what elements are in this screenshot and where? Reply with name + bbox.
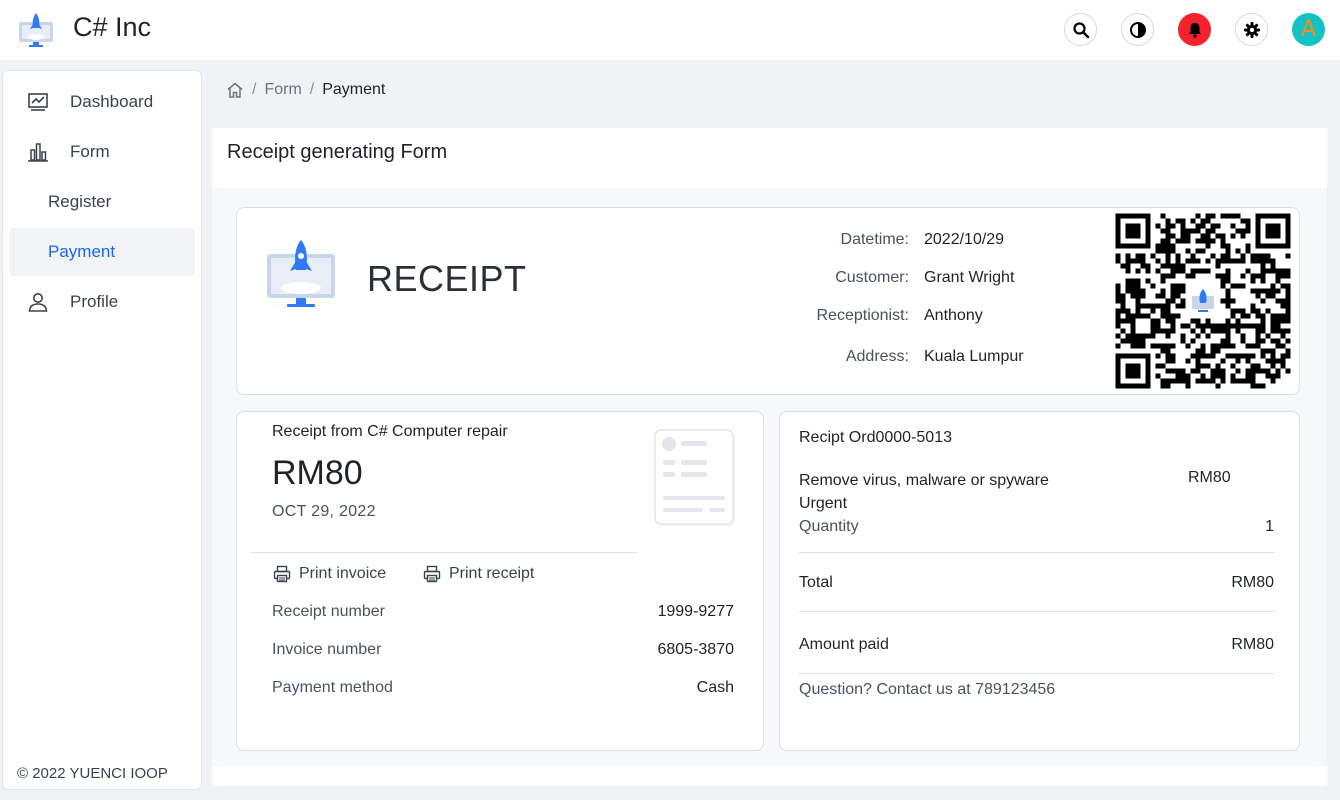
top-header: C# Inc A bbox=[0, 0, 1340, 60]
meta-label: Datetime: bbox=[840, 231, 909, 248]
breadcrumb-item-form[interactable]: Form bbox=[264, 81, 301, 99]
amount-paid-row: Amount paid RM80 bbox=[799, 636, 1274, 658]
row-value: 1 bbox=[1265, 518, 1274, 535]
meta-value: Grant Wright bbox=[924, 269, 1015, 286]
sidebar-item-label: Register bbox=[48, 192, 112, 211]
receipt-logo-icon bbox=[267, 240, 335, 307]
app-title: C# Inc bbox=[73, 12, 152, 42]
notifications-button[interactable] bbox=[1178, 13, 1211, 46]
form-header: Receipt generating Form bbox=[212, 128, 1327, 188]
sidebar-item-form[interactable]: Form bbox=[9, 128, 195, 176]
gear-icon bbox=[1243, 21, 1260, 38]
meta-datetime: Datetime: 2022/10/29 bbox=[713, 231, 1125, 253]
meta-value: Kuala Lumpur bbox=[924, 348, 1024, 365]
order-title: Recipt Ord0000-5013 bbox=[799, 429, 952, 446]
row-label: Quantity bbox=[799, 518, 859, 535]
copyright-text: © 2022 YUENCI IOOP bbox=[17, 765, 168, 782]
row-value: Cash bbox=[696, 679, 734, 696]
sidebar: Dashboard Form Register Payment Profile … bbox=[2, 70, 202, 790]
printer-icon bbox=[423, 565, 441, 583]
sidebar-item-label: Payment bbox=[48, 242, 116, 261]
line-item-price: RM80 bbox=[1188, 469, 1231, 486]
breadcrumb-separator: / bbox=[309, 81, 315, 98]
contact-text: Question? Contact us at 789123456 bbox=[799, 681, 1056, 698]
content-footer bbox=[212, 766, 1327, 786]
row-label: Invoice number bbox=[272, 641, 382, 658]
document-illustration-icon bbox=[654, 429, 735, 526]
receipt-from-text: Receipt from C# Computer repair bbox=[272, 423, 508, 440]
sidebar-item-payment[interactable]: Payment bbox=[9, 228, 195, 276]
avatar-letter: A bbox=[1300, 17, 1317, 42]
row-value: 1999-9277 bbox=[657, 603, 734, 620]
receipt-header-card: RECEIPT Datetime: 2022/10/29 Customer: G… bbox=[236, 207, 1300, 395]
total-row: Total RM80 bbox=[799, 574, 1274, 596]
row-value: RM80 bbox=[1231, 636, 1274, 653]
breadcrumb: / Form / Payment bbox=[226, 79, 385, 101]
line-item: Remove virus, malware or spyware Urgent bbox=[799, 469, 1049, 515]
meta-address: Address: Kuala Lumpur bbox=[713, 348, 1125, 370]
printer-icon bbox=[273, 565, 291, 583]
theme-toggle-icon bbox=[1129, 21, 1146, 38]
amount-total: RM80 bbox=[272, 454, 363, 492]
invoice-number-row: Invoice number 6805-3870 bbox=[272, 641, 734, 663]
sidebar-item-register[interactable]: Register bbox=[9, 178, 195, 226]
divider bbox=[251, 552, 637, 553]
divider bbox=[799, 673, 1274, 674]
avatar[interactable]: A bbox=[1292, 13, 1325, 46]
sidebar-item-label: Profile bbox=[70, 292, 119, 311]
meta-label: Customer: bbox=[835, 269, 909, 286]
meta-receptionist: Receptionist: Anthony bbox=[713, 307, 1125, 329]
main-content: Receipt generating Form RECEIPT Datetime… bbox=[212, 128, 1327, 786]
line-item-tag: Urgent bbox=[799, 495, 848, 512]
sidebar-item-label: Form bbox=[70, 142, 110, 161]
meta-label: Address: bbox=[845, 348, 909, 365]
sidebar-item-dashboard[interactable]: Dashboard bbox=[9, 78, 195, 126]
bar-chart-icon bbox=[28, 143, 48, 162]
search-icon bbox=[1072, 21, 1089, 38]
row-label: Amount paid bbox=[799, 636, 889, 653]
search-button[interactable] bbox=[1064, 13, 1097, 46]
row-value: RM80 bbox=[1231, 574, 1274, 591]
print-invoice-button[interactable]: Print invoice bbox=[273, 562, 386, 586]
user-icon bbox=[28, 293, 48, 312]
payment-date: OCT 29, 2022 bbox=[272, 503, 376, 520]
home-icon[interactable] bbox=[226, 81, 244, 99]
quantity-row: Quantity 1 bbox=[799, 518, 1274, 540]
app-logo-icon[interactable] bbox=[16, 10, 56, 50]
row-value: 6805-3870 bbox=[657, 641, 734, 658]
payment-summary-card: Receipt from C# Computer repair RM80 OCT… bbox=[236, 411, 764, 751]
print-receipt-button[interactable]: Print receipt bbox=[423, 562, 534, 586]
meta-value: 2022/10/29 bbox=[924, 231, 1005, 248]
payment-method-row: Payment method Cash bbox=[272, 679, 734, 701]
breadcrumb-separator: / bbox=[252, 81, 257, 98]
order-details-card: Recipt Ord0000-5013 Remove virus, malwar… bbox=[779, 411, 1300, 751]
row-label: Receipt number bbox=[272, 603, 385, 620]
meta-value: Anthony bbox=[924, 307, 983, 324]
breadcrumb-item-payment: Payment bbox=[322, 81, 386, 98]
page-title: Receipt generating Form bbox=[227, 141, 448, 163]
qr-code-icon bbox=[1115, 213, 1291, 389]
sidebar-item-label: Dashboard bbox=[70, 92, 154, 111]
theme-toggle-button[interactable] bbox=[1121, 13, 1154, 46]
receipt-heading: RECEIPT bbox=[367, 258, 527, 299]
print-receipt-label: Print receipt bbox=[449, 565, 535, 582]
sidebar-item-profile[interactable]: Profile bbox=[9, 278, 195, 326]
line-item-name: Remove virus, malware or spyware bbox=[799, 472, 1049, 489]
divider bbox=[799, 611, 1274, 612]
row-label: Payment method bbox=[272, 679, 393, 696]
meta-customer: Customer: Grant Wright bbox=[713, 269, 1125, 291]
bell-icon bbox=[1188, 22, 1201, 38]
settings-button[interactable] bbox=[1235, 13, 1268, 46]
print-invoice-label: Print invoice bbox=[299, 565, 387, 582]
row-label: Total bbox=[799, 574, 833, 591]
divider bbox=[799, 552, 1274, 553]
dashboard-icon bbox=[28, 93, 48, 111]
meta-label: Receptionist: bbox=[816, 307, 910, 324]
receipt-number-row: Receipt number 1999-9277 bbox=[272, 603, 734, 625]
